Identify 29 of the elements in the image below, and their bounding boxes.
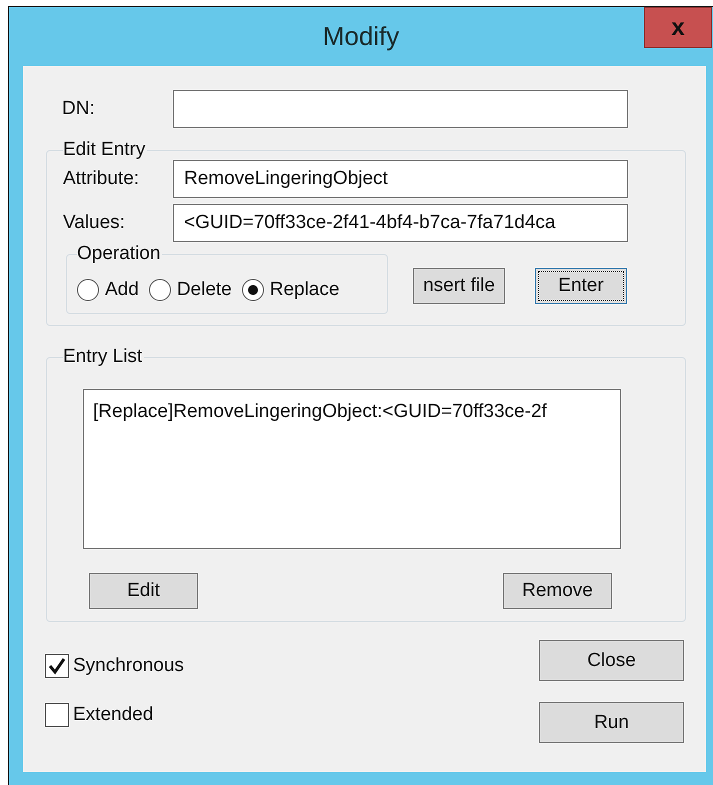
input-field[interactable] bbox=[173, 90, 628, 128]
window-title: Modify bbox=[322, 20, 400, 53]
field-label: Attribute: bbox=[63, 166, 140, 191]
option-label: Replace bbox=[270, 278, 340, 302]
radio-button[interactable] bbox=[148, 279, 171, 302]
field-label: DN: bbox=[62, 96, 96, 121]
list-item[interactable]: [Replace]RemoveLingeringObject:<GUID=70ff33ce-2f bbox=[93, 398, 620, 426]
checkbox-label: Synchronous bbox=[73, 654, 184, 678]
button[interactable]: Remove bbox=[503, 573, 612, 609]
checkbox[interactable] bbox=[45, 702, 69, 727]
group-title: Operation bbox=[77, 244, 162, 264]
input-field[interactable]: <GUID=70ff33ce-2f41-4bf4-b7ca-7fa71d4ca bbox=[173, 204, 628, 242]
field-label: Values: bbox=[63, 210, 126, 235]
dialog-button[interactable]: Run bbox=[539, 702, 684, 743]
button[interactable]: Edit bbox=[89, 573, 198, 609]
checkbox-label: Extended bbox=[73, 702, 154, 726]
list-box[interactable]: [Replace]RemoveLingeringObject:<GUID=70ff33ce-2f bbox=[83, 389, 621, 549]
button[interactable]: Enter bbox=[535, 268, 627, 304]
checkbox[interactable] bbox=[45, 654, 69, 678]
radio-button[interactable] bbox=[242, 279, 264, 302]
button[interactable]: nsert file bbox=[413, 268, 505, 304]
group-title: Edit Entry bbox=[63, 140, 146, 160]
radio-button[interactable] bbox=[77, 279, 99, 302]
input-field[interactable]: RemoveLingeringObject bbox=[173, 160, 628, 198]
dialog-button[interactable]: Close bbox=[539, 640, 684, 681]
title-bar-x-button[interactable]: x bbox=[644, 7, 712, 48]
option-label: Add bbox=[105, 278, 139, 302]
group-title: Entry List bbox=[63, 347, 144, 367]
option-label: Delete bbox=[176, 278, 232, 302]
